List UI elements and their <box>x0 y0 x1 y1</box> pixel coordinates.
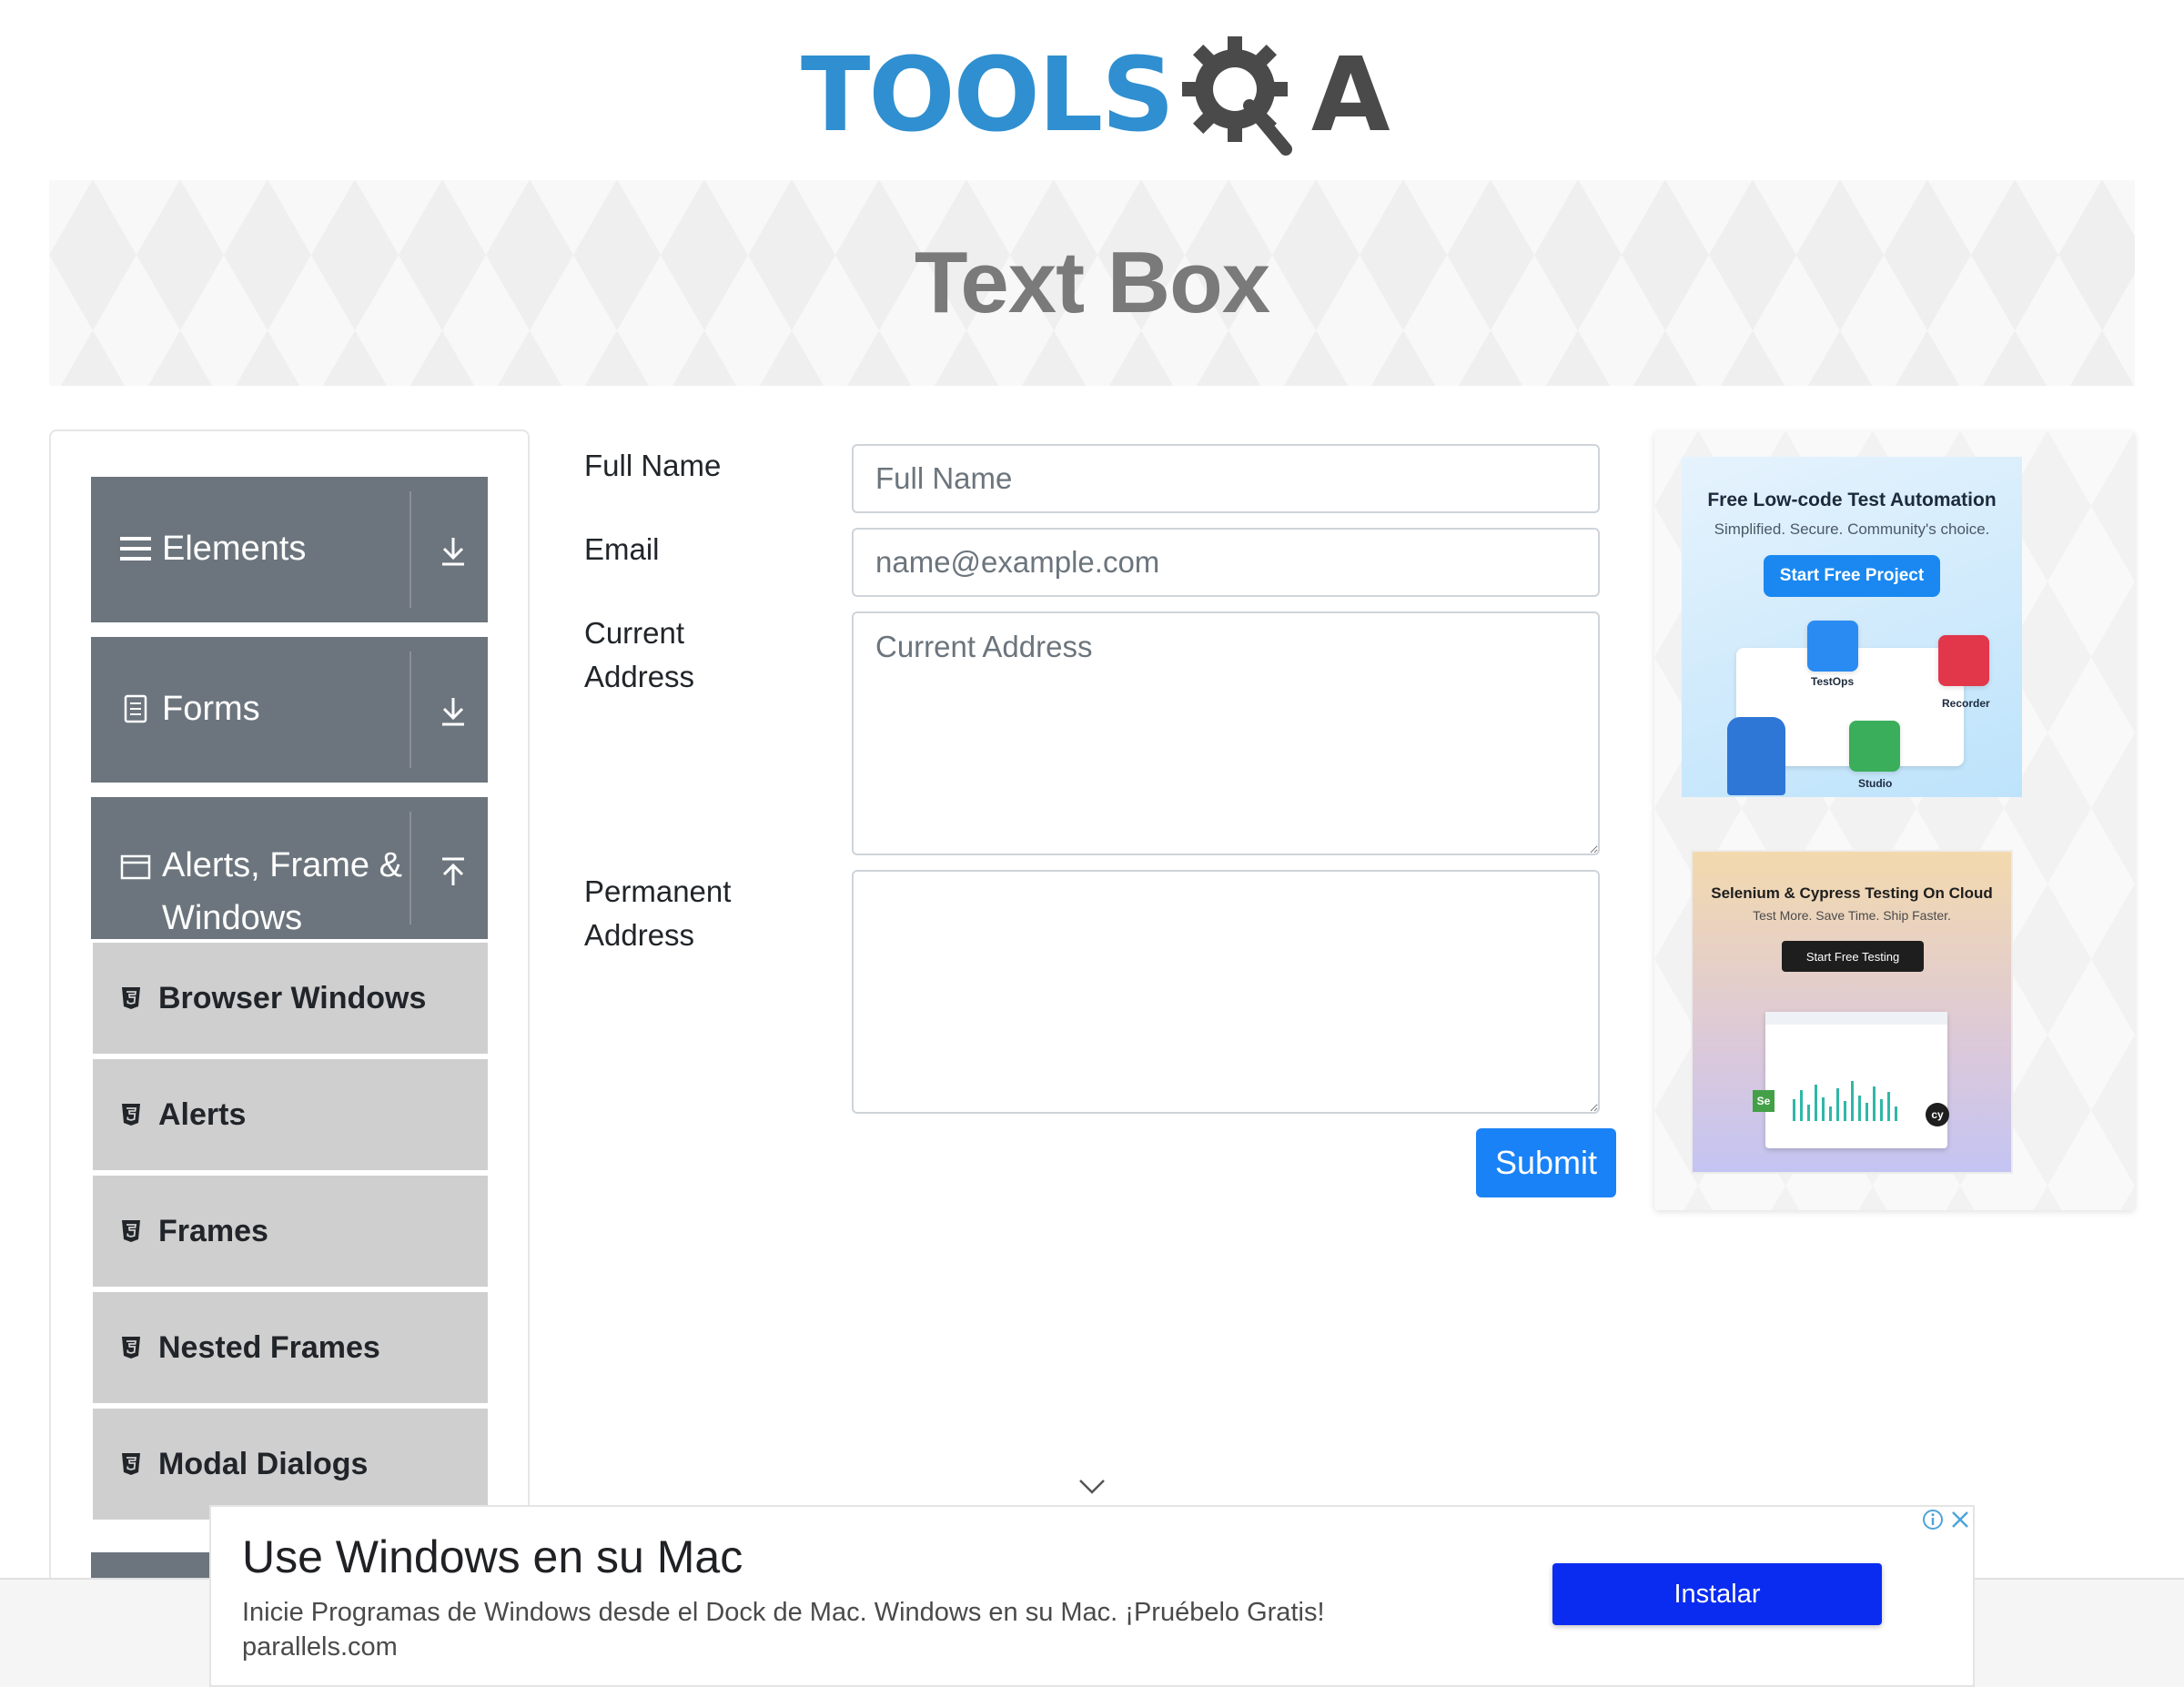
current-address-label-line2: Address <box>584 660 695 693</box>
hamburger-icon <box>120 533 151 564</box>
sidebar-item-label: Modal Dialogs <box>158 1446 369 1481</box>
sidebar-item-modal-dialogs[interactable]: Modal Dialogs <box>93 1409 488 1520</box>
chevron-down-icon[interactable] <box>1077 1478 1107 1496</box>
logo-text: TOOLS <box>801 36 1175 155</box>
ad-title: Selenium & Cypress Testing On Cloud <box>1711 884 1993 902</box>
sidebar-group-label: Forms <box>162 690 260 728</box>
ad-selenium-cypress-cloud[interactable]: Selenium & Cypress Testing On Cloud Test… <box>1691 850 2013 1174</box>
full-name-input[interactable] <box>852 444 1600 513</box>
current-address-label-line1: Current <box>584 616 685 650</box>
upload-arrow-icon[interactable] <box>428 846 479 897</box>
permanent-address-label-line1: Permanent <box>584 874 732 908</box>
ad-low-code-automation[interactable]: Free Low-code Test Automation Simplified… <box>1682 457 2022 797</box>
html5-icon <box>118 985 144 1011</box>
sidebar-item-browser-windows[interactable]: Browser Windows <box>93 943 488 1054</box>
divider <box>410 491 411 608</box>
selenium-logo-icon: Se <box>1753 1090 1774 1112</box>
current-address-label: Current Address <box>584 611 812 699</box>
sidebar-group-alerts-frame-windows[interactable]: Alerts, Frame & Windows <box>91 797 488 939</box>
ads-column: Free Low-code Test Automation Simplified… <box>1654 431 2135 1210</box>
page: TOOLS A Text Box Elements Forms Alerts, … <box>0 0 2184 1687</box>
cypress-logo-icon: cy <box>1926 1103 1949 1126</box>
email-label: Email <box>584 532 660 566</box>
ad-subtitle: Simplified. Secure. Community's choice. <box>1714 520 1990 538</box>
window-icon <box>120 852 151 883</box>
ad-cta-button[interactable]: Start Free Project <box>1764 555 1940 597</box>
logo-text-a: A <box>1310 36 1390 155</box>
ad-headline: Use Windows en su Mac <box>242 1531 743 1582</box>
html5-icon <box>118 1218 144 1244</box>
install-button[interactable]: Instalar <box>1552 1563 1882 1625</box>
sidebar-item-label: Alerts <box>158 1096 247 1132</box>
testops-logo-icon <box>1807 621 1858 672</box>
sidebar-item-frames[interactable]: Frames <box>93 1176 488 1287</box>
info-icon[interactable] <box>1920 1507 1946 1532</box>
html5-icon <box>118 1102 144 1127</box>
divider <box>410 652 411 768</box>
divider <box>410 812 411 924</box>
sidebar-group-label: Elements <box>162 530 307 568</box>
submit-button[interactable]: Submit <box>1476 1128 1616 1197</box>
dashboard-screenshot-image <box>1765 1012 1947 1148</box>
download-arrow-icon[interactable] <box>428 686 479 737</box>
permanent-address-label: Permanent Address <box>584 870 812 957</box>
sidebar-group-label-line1: Alerts, Frame & <box>162 846 402 884</box>
ad-label-studio: Studio <box>1858 777 1893 790</box>
bar-sparkline-icon <box>1765 1012 1947 1121</box>
toolsqa-logo[interactable]: TOOLS A <box>801 27 1390 164</box>
ad-label-testops: TestOps <box>1811 675 1855 688</box>
ad-domain: parallels.com <box>242 1632 398 1662</box>
full-name-label: Full Name <box>584 449 722 482</box>
close-icon[interactable] <box>1947 1507 1973 1532</box>
ad-description: Inicie Programas de Windows desde el Doc… <box>242 1598 1325 1627</box>
permanent-address-label-line2: Address <box>584 918 695 952</box>
permanent-address-textarea[interactable] <box>852 870 1600 1114</box>
sidebar-group-forms[interactable]: Forms <box>91 637 488 783</box>
robot-illustration-icon <box>1727 717 1785 795</box>
studio-logo-icon <box>1849 721 1900 772</box>
document-icon <box>120 693 151 724</box>
sidebar-group-elements[interactable]: Elements <box>91 477 488 622</box>
gear-magnifier-icon <box>1181 36 1292 156</box>
sidebar-item-nested-frames[interactable]: Nested Frames <box>93 1292 488 1403</box>
html5-icon <box>118 1451 144 1477</box>
html5-icon <box>118 1335 144 1360</box>
bottom-ad-banner[interactable]: Use Windows en su Mac Inicie Programas d… <box>209 1505 1975 1687</box>
ad-title: Free Low-code Test Automation <box>1707 490 1997 510</box>
page-title: Text Box <box>914 234 1270 331</box>
left-sidebar: Elements Forms Alerts, Frame & Windows B… <box>49 429 530 1687</box>
ad-label-recorder: Recorder <box>1942 697 1990 710</box>
email-input[interactable] <box>852 528 1600 597</box>
sidebar-group-label-line2: Windows <box>162 899 303 937</box>
ad-cta-button[interactable]: Start Free Testing <box>1782 941 1924 972</box>
sidebar-item-label: Browser Windows <box>158 980 427 1015</box>
page-banner: Text Box <box>49 180 2135 386</box>
download-arrow-icon[interactable] <box>428 526 479 577</box>
sidebar-item-label: Nested Frames <box>158 1329 380 1365</box>
sidebar-item-label: Frames <box>158 1213 268 1248</box>
current-address-textarea[interactable] <box>852 611 1600 855</box>
sidebar-item-alerts[interactable]: Alerts <box>93 1059 488 1170</box>
recorder-logo-icon <box>1938 635 1989 686</box>
ad-subtitle: Test More. Save Time. Ship Faster. <box>1753 908 1951 923</box>
